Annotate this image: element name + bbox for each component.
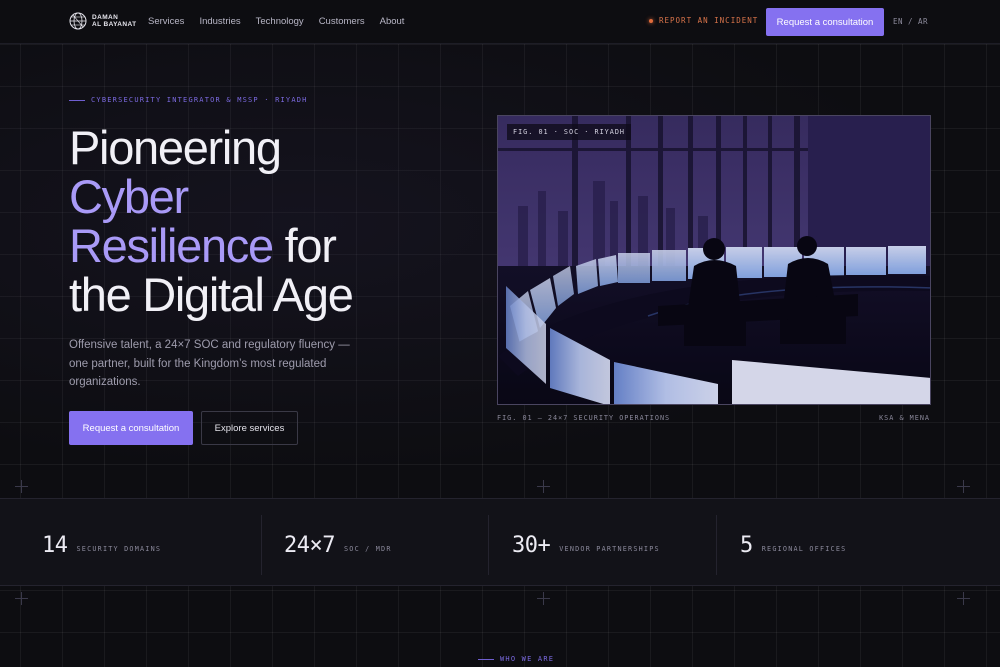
stat-regional-offices: 5 REGIONAL OFFICES — [740, 517, 846, 573]
grid-plus-icon — [957, 592, 970, 605]
who-we-are-eyebrow: WHO WE ARE — [478, 655, 554, 663]
stat-divider — [716, 515, 717, 575]
grid-plus-icon — [537, 592, 550, 605]
headline-accent-cyber: Cyber — [69, 170, 189, 223]
nav-link-about[interactable]: About — [380, 16, 405, 27]
stat-label: SOC / MDR — [343, 545, 392, 553]
stat-label: SECURITY DOMAINS — [76, 545, 162, 553]
hero-subtext: Offensive talent, a 24×7 SOC and regulat… — [69, 339, 350, 388]
soc-photo — [497, 115, 931, 405]
report-incident-label: REPORT AN INCIDENT — [659, 16, 759, 25]
stat-value: 14 — [42, 532, 68, 558]
figure-tag: FIG. 01 · SOC · RIYADH — [507, 124, 632, 140]
eyebrow-rule — [478, 658, 494, 660]
nav-link-industries[interactable]: Industries — [199, 16, 240, 27]
language-switcher: EN / AR — [893, 17, 928, 26]
headline-for: for — [284, 219, 337, 272]
hero-headline: Pioneering Cyber Resilience for the Digi… — [69, 123, 469, 319]
lang-separator: / — [908, 17, 914, 26]
stat-value: 5 — [740, 532, 753, 558]
stat-soc-mdr: 24×7 SOC / MDR — [284, 517, 392, 573]
nav-link-customers[interactable]: Customers — [319, 16, 365, 27]
brand-name-line1: DAMAN — [92, 13, 119, 21]
stat-security-domains: 14 SECURITY DOMAINS — [42, 517, 161, 573]
stat-vendor-partnerships: 30+ VENDOR PARTNERSHIPS — [512, 517, 660, 573]
nav-link-services[interactable]: Services — [148, 16, 184, 27]
page: DAMAN AL BAYANAT Services Industries Tec… — [0, 0, 1000, 667]
stat-label: VENDOR PARTNERSHIPS — [559, 545, 660, 553]
globe-mesh-icon — [69, 12, 87, 30]
eyebrow-rule — [69, 99, 85, 101]
grid-plus-icon — [15, 480, 28, 493]
figure-region: KSA & MENA — [879, 414, 930, 422]
headline-line4: the Digital Age — [69, 268, 354, 321]
hero-consultation-button[interactable]: Request a consultation — [69, 411, 193, 445]
headline-line1: Pioneering — [69, 121, 282, 174]
stat-value: 24×7 — [284, 532, 335, 558]
main-menu: Services Industries Technology Customers… — [148, 16, 404, 27]
grid-plus-icon — [957, 480, 970, 493]
alert-dot-icon — [649, 18, 653, 23]
lang-en[interactable]: EN — [893, 17, 903, 26]
who-we-are-text: WHO WE ARE — [500, 655, 555, 663]
stat-value: 30+ — [512, 532, 551, 558]
report-incident-link[interactable]: REPORT AN INCIDENT — [649, 16, 758, 25]
brand-name: DAMAN AL BAYANAT — [92, 14, 136, 29]
hero-eyebrow-text: CYBERSECURITY INTEGRATOR & MSSP · RIYADH — [91, 96, 308, 104]
nav-link-technology[interactable]: Technology — [256, 16, 304, 27]
stat-divider — [261, 515, 262, 575]
stat-label: REGIONAL OFFICES — [761, 545, 847, 553]
lang-ar[interactable]: AR — [918, 17, 928, 26]
grid-plus-icon — [15, 592, 28, 605]
brand-name-line2: AL BAYANAT — [92, 21, 137, 28]
top-nav: DAMAN AL BAYANAT Services Industries Tec… — [0, 0, 1000, 44]
hero-eyebrow: CYBERSECURITY INTEGRATOR & MSSP · RIYADH — [69, 96, 308, 104]
explore-services-button[interactable]: Explore services — [201, 411, 298, 445]
grid-plus-icon — [537, 480, 550, 493]
stats-bar: 14 SECURITY DOMAINS 24×7 SOC / MDR 30+ V… — [0, 498, 1000, 586]
soc-illustration — [498, 116, 930, 404]
stat-divider — [488, 515, 489, 575]
brand-logo[interactable]: DAMAN AL BAYANAT — [69, 12, 136, 30]
nav-consultation-button[interactable]: Request a consultation — [766, 8, 884, 36]
figure-caption: FIG. 01 — 24×7 SECURITY OPERATIONS — [497, 414, 671, 422]
headline-accent-resilience: Resilience — [69, 219, 274, 272]
